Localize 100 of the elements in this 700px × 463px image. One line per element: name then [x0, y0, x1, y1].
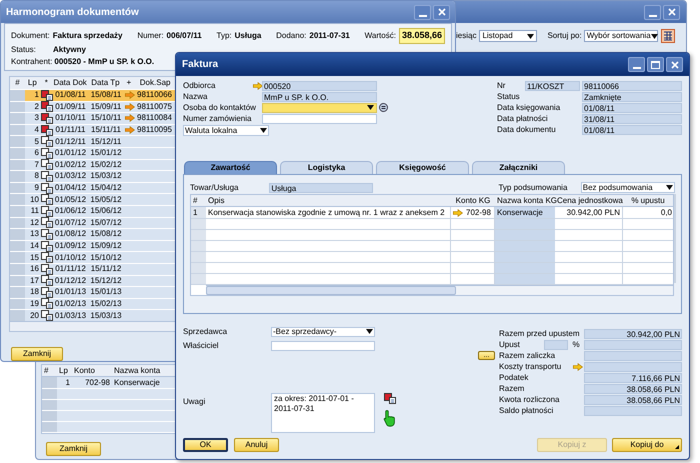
- row-header[interactable]: [10, 182, 25, 194]
- amount-field[interactable]: [584, 340, 682, 350]
- maximize-button[interactable]: [647, 57, 664, 72]
- document-icon[interactable]: [40, 170, 52, 182]
- table-row[interactable]: 15 01/10/12 15/10/12: [10, 251, 176, 263]
- amount-field[interactable]: 30.942,00 PLN: [584, 328, 682, 338]
- row-header[interactable]: [10, 102, 25, 112]
- amount-field[interactable]: [584, 362, 682, 372]
- table-row[interactable]: 5 01/12/11 15/12/11: [10, 135, 176, 147]
- document-icon[interactable]: [40, 310, 52, 322]
- minimize-button[interactable]: [414, 4, 431, 20]
- document-icon[interactable]: [40, 159, 52, 170]
- row-header[interactable]: [10, 148, 25, 159]
- table-row[interactable]: 6 01/01/12 15/01/12: [10, 146, 176, 159]
- horizontal-scrollbar[interactable]: [206, 285, 673, 295]
- table-row[interactable]: 18 01/01/13 15/01/13: [10, 286, 176, 298]
- text-field[interactable]: Zamknięte: [582, 92, 682, 102]
- document-icon[interactable]: [40, 112, 52, 124]
- table-row[interactable]: 17 01/12/12 15/12/12: [10, 274, 176, 286]
- text-field[interactable]: 11/KOSZT: [525, 80, 580, 90]
- document-icon[interactable]: [40, 136, 52, 148]
- discount-percent-field[interactable]: [544, 340, 568, 350]
- document-icon[interactable]: [40, 124, 52, 136]
- currency-dropdown[interactable]: Waluta lokalna: [183, 125, 269, 136]
- table-row[interactable]: 10 01/05/12 15/05/12: [10, 193, 176, 205]
- row-header[interactable]: [42, 400, 57, 410]
- link-arrow-icon[interactable]: [453, 208, 463, 216]
- vertical-scrollbar[interactable]: [674, 194, 676, 283]
- amount-field[interactable]: 7.116,66 PLN: [584, 372, 682, 382]
- row-header[interactable]: [10, 218, 25, 228]
- table-row[interactable]: 7 01/02/12 15/02/12: [10, 158, 176, 170]
- tab[interactable]: Księgowość: [376, 161, 469, 174]
- row-header[interactable]: [10, 252, 25, 263]
- table-row[interactable]: 8 01/03/12 15/03/12: [10, 170, 176, 182]
- scrollbar-thumb[interactable]: [206, 286, 456, 295]
- text-field[interactable]: 01/08/11: [582, 124, 682, 134]
- document-icon[interactable]: [40, 148, 52, 159]
- table-row[interactable]: 9 01/04/12 15/04/12: [10, 182, 176, 194]
- sort-dropdown[interactable]: Wybór sortowania: [584, 30, 658, 42]
- table-row[interactable]: 12 01/07/12 15/07/12: [10, 216, 176, 228]
- list-button-icon[interactable]: [379, 103, 388, 112]
- salesperson-dropdown[interactable]: -Bez sprzedawcy-: [271, 326, 375, 336]
- table-row[interactable]: 13 01/08/12 15/08/12: [10, 228, 176, 240]
- document-icon[interactable]: [40, 182, 52, 194]
- row-header[interactable]: [42, 389, 57, 399]
- summary-type-dropdown[interactable]: Bez podsumowania: [580, 182, 675, 193]
- row-header[interactable]: [191, 252, 206, 262]
- row-header[interactable]: [10, 113, 25, 124]
- close-button[interactable]: [666, 57, 683, 72]
- input-field[interactable]: [262, 114, 377, 124]
- row-header[interactable]: [10, 171, 25, 182]
- link-arrow-icon[interactable]: [573, 362, 583, 370]
- tab[interactable]: Zawartość: [184, 161, 277, 174]
- row-header[interactable]: [191, 230, 206, 240]
- row-header[interactable]: [10, 229, 25, 240]
- table-row[interactable]: 2 01/09/11 15/09/11 98110075: [10, 100, 176, 112]
- amount-field[interactable]: [584, 406, 682, 416]
- row-header[interactable]: [42, 411, 57, 421]
- document-icon[interactable]: [40, 264, 52, 275]
- remarks-field[interactable]: za okres: 2011-07-01 - 2011-07-31: [271, 393, 375, 433]
- row-header[interactable]: [10, 264, 25, 274]
- link-arrow-icon[interactable]: [253, 82, 263, 90]
- row-header[interactable]: [10, 136, 25, 147]
- tab[interactable]: Logistyka: [280, 161, 373, 174]
- document-icon[interactable]: [40, 275, 52, 286]
- row-header[interactable]: [42, 377, 57, 388]
- text-field[interactable]: Usługa: [269, 182, 374, 192]
- table-row[interactable]: 19 01/02/13 15/02/13: [10, 298, 176, 310]
- tab[interactable]: Załączniki: [472, 161, 565, 174]
- close-button[interactable]: [433, 4, 450, 20]
- document-icon[interactable]: [40, 90, 52, 101]
- text-field[interactable]: 000520: [262, 80, 377, 90]
- text-field[interactable]: 98110066: [582, 80, 682, 90]
- table-row[interactable]: 3 01/10/11 15/10/11 98110084: [10, 112, 176, 124]
- row-header[interactable]: [10, 240, 25, 252]
- row-header[interactable]: [10, 90, 25, 101]
- document-icon[interactable]: [384, 393, 396, 404]
- horizontal-scrollbar[interactable]: [10, 320, 176, 331]
- close-button[interactable]: Zamknij: [46, 442, 101, 456]
- amount-field[interactable]: 38.058,66 PLN: [584, 394, 682, 404]
- amount-field[interactable]: [584, 350, 682, 360]
- close-button[interactable]: [663, 4, 680, 20]
- row-header[interactable]: [10, 124, 25, 136]
- month-dropdown[interactable]: Listopad: [479, 30, 538, 42]
- row-header[interactable]: [10, 160, 25, 170]
- minimize-button[interactable]: [644, 4, 661, 20]
- document-icon[interactable]: [40, 286, 52, 298]
- text-field[interactable]: 01/08/11: [582, 102, 682, 112]
- table-row[interactable]: 14 01/09/12 15/09/12: [10, 240, 176, 252]
- row-header[interactable]: [10, 298, 25, 310]
- document-icon[interactable]: [40, 206, 52, 217]
- text-field[interactable]: MmP u SP. k O.O.: [262, 92, 377, 102]
- action-button[interactable]: OK: [183, 438, 228, 452]
- document-icon[interactable]: [40, 252, 52, 264]
- document-icon[interactable]: [40, 217, 52, 228]
- document-icon[interactable]: [40, 240, 52, 252]
- input-field[interactable]: [271, 340, 375, 350]
- action-button[interactable]: Kopiuj do: [612, 438, 682, 452]
- amount-field[interactable]: 38.058,66 PLN: [584, 384, 682, 394]
- row-header[interactable]: [191, 241, 206, 251]
